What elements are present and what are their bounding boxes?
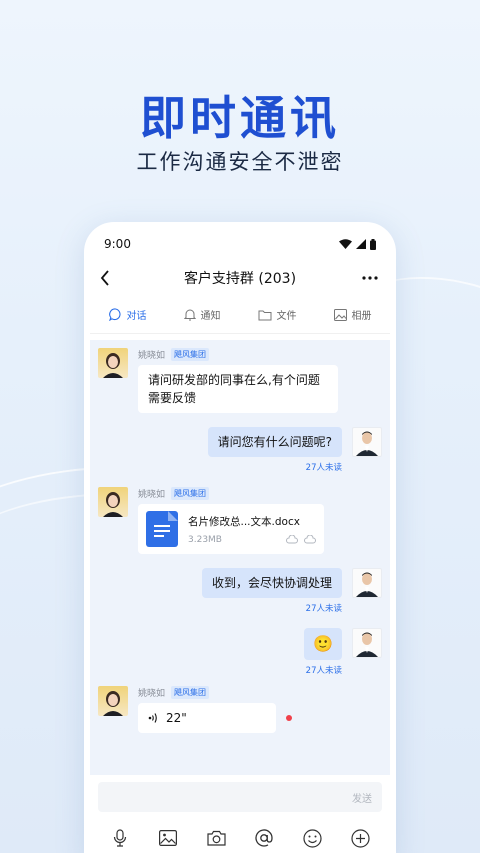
- avatar[interactable]: [352, 628, 382, 658]
- org-tag: 飓风集团: [171, 348, 210, 361]
- unread-dot: [286, 715, 292, 721]
- message-item: 请问您有什么问题呢? 27人未读: [98, 427, 382, 473]
- more-dots-icon[interactable]: [360, 268, 380, 288]
- message-bubble[interactable]: 收到，会尽快协调处理: [201, 568, 342, 598]
- voice-duration: 22": [166, 711, 187, 725]
- message-item: 🙂 27人未读: [98, 628, 382, 676]
- status-icons: [339, 238, 376, 250]
- at-mention-icon[interactable]: [253, 827, 275, 849]
- message-item: 姚晓如 飓风集团 22": [98, 686, 382, 733]
- avatar[interactable]: [352, 427, 382, 457]
- chat-header: 客户支持群 (203): [90, 260, 390, 296]
- sender-name: 姚晓如: [138, 351, 166, 361]
- image-icon[interactable]: [157, 827, 179, 849]
- wifi-icon: [339, 239, 352, 249]
- unread-count[interactable]: 27人未读: [306, 664, 342, 676]
- hero-subtitle: 工作沟通安全不泄密: [136, 150, 344, 174]
- message-item: 姚晓如 飓风集团 名片修改总...文本.docx 3.23MB: [98, 487, 382, 554]
- document-icon: [146, 511, 178, 547]
- status-bar: 9:00: [90, 228, 390, 260]
- emoji-icon[interactable]: [301, 827, 323, 849]
- chat-tabs: 对话 通知 文件 相册: [90, 296, 390, 334]
- phone-mockup: 9:00 客户支持群 (203) 对话 通知 文件 相册 姚晓如 飓风集团 请问…: [84, 222, 396, 853]
- chat-bubble-icon: [108, 308, 121, 321]
- sender-name: 姚晓如: [138, 490, 166, 500]
- message-input[interactable]: 发送: [98, 782, 382, 812]
- folder-icon: [258, 310, 271, 320]
- file-attachment[interactable]: 名片修改总...文本.docx 3.23MB: [138, 504, 324, 554]
- file-name: 名片修改总...文本.docx: [188, 515, 300, 528]
- message-bubble[interactable]: 🙂: [304, 628, 342, 660]
- battery-icon: [370, 238, 376, 250]
- image-icon: [333, 308, 347, 321]
- status-time: 9:00: [104, 237, 131, 251]
- sender-name: 姚晓如: [138, 689, 166, 699]
- voice-wave-icon: [148, 713, 157, 723]
- hero-title: 即时通讯: [140, 91, 340, 145]
- cloud-icon[interactable]: [304, 535, 316, 544]
- avatar[interactable]: [98, 686, 128, 716]
- input-area: 发送: [90, 776, 390, 816]
- message-list: 姚晓如 飓风集团 请问研发部的同事在么,有个问题需要反馈 请问您有什么问题呢? …: [90, 340, 390, 775]
- org-tag: 飓风集团: [171, 686, 210, 699]
- emoji-smile-icon: 🙂: [313, 634, 333, 653]
- org-tag: 飓风集团: [171, 487, 210, 500]
- tab-label: 通知: [200, 311, 221, 322]
- avatar[interactable]: [98, 487, 128, 517]
- message-meta: 姚晓如 飓风集团: [138, 686, 292, 699]
- message-item: 收到，会尽快协调处理 27人未读: [98, 568, 382, 614]
- tab-album[interactable]: 相册: [333, 307, 372, 322]
- voice-message[interactable]: 22": [138, 703, 276, 733]
- avatar[interactable]: [352, 568, 382, 598]
- unread-count[interactable]: 27人未读: [306, 461, 342, 473]
- message-bubble[interactable]: 请问您有什么问题呢?: [207, 427, 342, 457]
- back-chevron-icon[interactable]: [100, 268, 120, 288]
- unread-count[interactable]: 27人未读: [306, 602, 342, 614]
- message-meta: 姚晓如 飓风集团: [138, 348, 338, 361]
- input-toolbar: [90, 818, 390, 853]
- tab-chat[interactable]: 对话: [108, 307, 147, 322]
- send-button[interactable]: 发送: [352, 790, 372, 805]
- chat-title: 客户支持群 (203): [183, 271, 297, 287]
- microphone-icon[interactable]: [109, 827, 131, 849]
- message-bubble[interactable]: 请问研发部的同事在么,有个问题需要反馈: [138, 365, 338, 413]
- plus-circle-icon[interactable]: [349, 827, 371, 849]
- signal-icon: [356, 239, 366, 249]
- tab-notice[interactable]: 通知: [183, 307, 221, 322]
- tab-label: 文件: [276, 311, 297, 322]
- tab-files[interactable]: 文件: [258, 307, 297, 322]
- tab-label: 相册: [351, 311, 372, 322]
- message-meta: 姚晓如 飓风集团: [138, 487, 324, 500]
- cloud-icon[interactable]: [286, 535, 298, 544]
- bell-icon: [183, 309, 196, 321]
- tab-label: 对话: [126, 311, 147, 322]
- message-item: 姚晓如 飓风集团 请问研发部的同事在么,有个问题需要反馈: [98, 348, 382, 413]
- file-size: 3.23MB: [188, 534, 222, 545]
- avatar[interactable]: [98, 348, 128, 378]
- camera-icon[interactable]: [205, 827, 227, 849]
- phone-screen: 9:00 客户支持群 (203) 对话 通知 文件 相册 姚晓如 飓风集团 请问…: [90, 228, 390, 853]
